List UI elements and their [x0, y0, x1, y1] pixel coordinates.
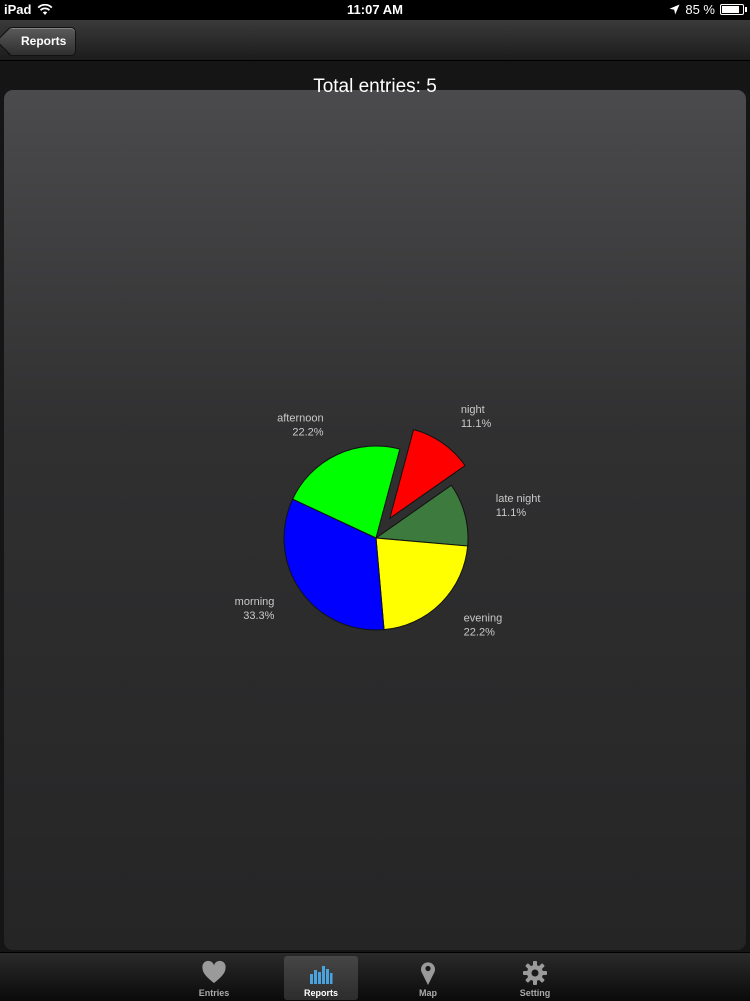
back-button[interactable]: Reports — [7, 27, 77, 56]
tab-map-label: Map — [419, 988, 437, 998]
pie-label-name: morning — [235, 596, 275, 608]
pie-label-name: evening — [464, 613, 503, 625]
tab-reports-label: Reports — [303, 988, 338, 998]
gear-icon — [523, 961, 547, 985]
navigation-bar: Reports — [0, 20, 750, 61]
pie-label-name: night — [461, 404, 485, 416]
heart-icon — [202, 960, 226, 983]
pie-label-percent: 33.3% — [243, 610, 274, 622]
status-right: 85 % — [669, 2, 747, 17]
pie-chart: night 11.1% late night 11.1% evening 22.2% mor… — [235, 404, 541, 639]
bar-chart-icon — [310, 966, 333, 984]
tab-entries-label: Entries — [198, 988, 230, 998]
map-pin-icon — [421, 962, 435, 985]
pie-label-evening: evening 22.2% — [464, 613, 503, 639]
status-time: 11:07 AM — [347, 2, 403, 17]
battery-fill — [722, 6, 739, 13]
pie-label-late-night: late night 11.1% — [496, 493, 541, 519]
tab-reports[interactable]: Reports — [284, 956, 358, 1000]
tab-setting[interactable]: Setting — [498, 956, 572, 1000]
pie-label-morning: morning 33.3% — [235, 596, 275, 622]
tab-bar: Entries Reports Map Setting — [0, 952, 750, 1001]
pie-label-percent: 11.1% — [461, 418, 492, 430]
pie-label-afternoon: afternoon 22.2% — [277, 413, 324, 439]
pie-label-percent: 22.2% — [464, 627, 495, 639]
pie-label-percent: 11.1% — [496, 507, 527, 519]
tab-setting-label: Setting — [519, 988, 551, 998]
tab-entries[interactable]: Entries — [177, 956, 251, 1000]
pie-slice-evening — [375, 537, 469, 631]
battery-percent: 85 % — [685, 2, 715, 17]
location-arrow-icon — [669, 4, 680, 15]
pie-label-percent: 22.2% — [292, 427, 323, 439]
pie-label-name: afternoon — [277, 413, 323, 425]
status-bar: iPad 11:07 AM 85 % — [0, 0, 750, 20]
battery-icon — [720, 4, 747, 15]
pie-label-night: night 11.1% — [461, 404, 492, 430]
tab-map[interactable]: Map — [391, 956, 465, 1000]
total-entries-title: Total entries: 5 — [313, 76, 437, 97]
back-button-label: Reports — [21, 34, 67, 48]
pie-label-name: late night — [496, 493, 541, 505]
chart-panel: night 11.1% late night 11.1% evening 22.2% mor… — [4, 90, 746, 950]
